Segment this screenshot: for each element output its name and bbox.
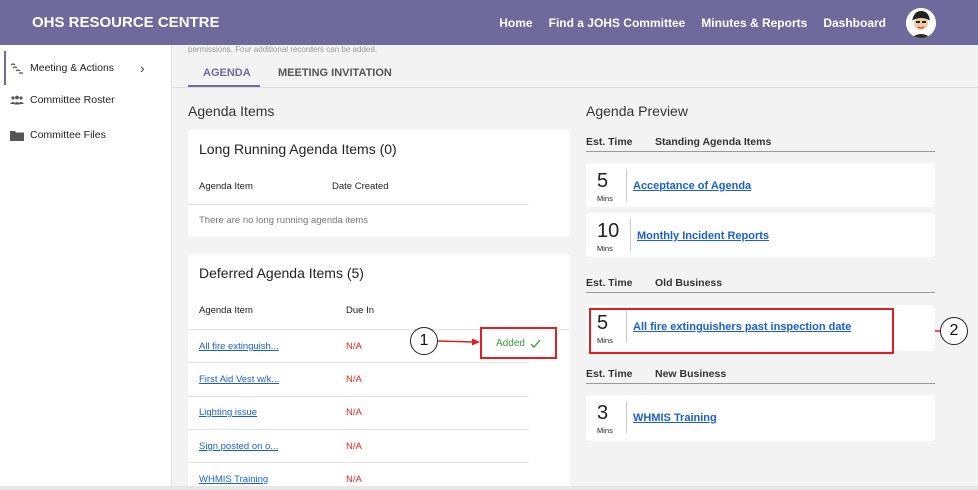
section-divider xyxy=(586,292,935,293)
preview-item-minutes: 3 xyxy=(597,402,609,424)
section-new-business-header: New Business xyxy=(655,368,727,380)
agenda-preview-heading: Agenda Preview xyxy=(586,103,688,119)
preview-item-unit: Mins xyxy=(597,426,613,435)
callout-2: 2 xyxy=(940,317,968,345)
section-divider xyxy=(586,151,935,152)
separator xyxy=(630,219,631,251)
preview-item-link[interactable]: Monthly Incident Reports xyxy=(637,230,769,242)
preview-item: 3 Mins WHMIS Training xyxy=(586,395,935,441)
preview-item: 10 Mins Monthly Incident Reports xyxy=(586,213,935,257)
preview-item-unit: Mins xyxy=(597,244,613,253)
preview-item-unit: Mins xyxy=(597,194,613,203)
callout-1: 1 xyxy=(410,327,438,355)
preview-item-minutes: 10 xyxy=(597,220,620,242)
separator xyxy=(626,401,627,433)
section-old-business-header: Old Business xyxy=(655,277,723,289)
preview-item-link[interactable]: WHMIS Training xyxy=(633,412,717,424)
highlight-box xyxy=(589,308,894,354)
horizontal-scrollbar[interactable] xyxy=(0,486,978,490)
preview-item-link[interactable]: Acceptance of Agenda xyxy=(633,180,751,192)
preview-item-minutes: 5 xyxy=(597,170,609,192)
preview-item: 5 Mins Acceptance of Agenda xyxy=(586,163,935,207)
est-time-header: Est. Time xyxy=(586,277,633,289)
est-time-header: Est. Time xyxy=(586,136,633,148)
section-standing-header: Standing Agenda Items xyxy=(655,136,772,148)
separator xyxy=(626,169,627,201)
est-time-header: Est. Time xyxy=(586,368,633,380)
section-divider xyxy=(586,383,935,384)
